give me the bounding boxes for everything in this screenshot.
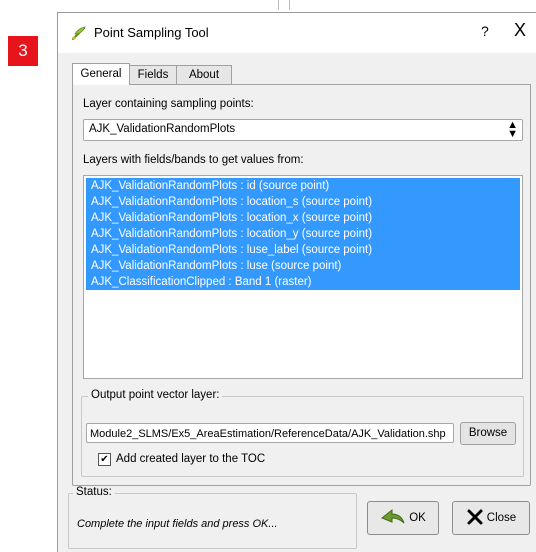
window-title: Point Sampling Tool bbox=[94, 25, 209, 40]
add-to-toc-checkbox[interactable]: ✔ bbox=[98, 453, 111, 466]
background-window-edge bbox=[278, 0, 290, 10]
ok-arrow-icon bbox=[380, 506, 406, 531]
list-item[interactable]: AJK_ValidationRandomPlots : location_y (… bbox=[86, 226, 520, 242]
help-button[interactable]: ? bbox=[481, 23, 489, 39]
list-item[interactable]: AJK_ClassificationClipped : Band 1 (rast… bbox=[86, 274, 520, 290]
list-item[interactable]: AJK_ValidationRandomPlots : luse (source… bbox=[86, 258, 520, 274]
ok-button[interactable]: OK bbox=[367, 501, 439, 535]
list-item[interactable]: AJK_ValidationRandomPlots : location_x (… bbox=[86, 210, 520, 226]
browse-button[interactable]: Browse bbox=[460, 422, 516, 445]
ok-label: OK bbox=[409, 512, 426, 524]
list-item[interactable]: AJK_ValidationRandomPlots : location_s (… bbox=[86, 194, 520, 210]
add-to-toc-label[interactable]: Add created layer to the TOC bbox=[116, 453, 265, 465]
point-sampling-dialog: Point Sampling Tool ? X General Fields A… bbox=[57, 12, 536, 552]
tab-general[interactable]: General bbox=[72, 63, 130, 85]
window-close-button[interactable]: X bbox=[514, 20, 526, 41]
status-label: Status: bbox=[73, 486, 115, 498]
app-icon bbox=[71, 25, 87, 41]
tab-fields[interactable]: Fields bbox=[129, 65, 177, 84]
list-item[interactable]: AJK_ValidationRandomPlots : luse_label (… bbox=[86, 242, 520, 258]
general-tab-panel: Layer containing sampling points: AJK_Va… bbox=[72, 84, 531, 486]
output-layer-label: Output point vector layer: bbox=[88, 389, 223, 401]
output-layer-group: Output point vector layer: Module2_SLMS/… bbox=[81, 389, 524, 477]
sampling-layer-label: Layer containing sampling points: bbox=[83, 98, 254, 110]
list-item[interactable]: AJK_ValidationRandomPlots : id (source p… bbox=[86, 178, 520, 194]
fields-listbox[interactable]: AJK_ValidationRandomPlots : id (source p… bbox=[83, 175, 523, 379]
output-path-input[interactable]: Module2_SLMS/Ex5_AreaEstimation/Referenc… bbox=[86, 423, 454, 443]
sampling-layer-value: AJK_ValidationRandomPlots bbox=[89, 123, 236, 135]
sampling-layer-select[interactable]: AJK_ValidationRandomPlots ▲ ▼ bbox=[83, 119, 523, 141]
close-button[interactable]: Close bbox=[452, 501, 530, 535]
close-label: Close bbox=[486, 512, 517, 524]
status-group: Status: Complete the input fields and pr… bbox=[68, 486, 357, 549]
updown-arrows-icon: ▲ ▼ bbox=[507, 119, 518, 140]
tab-about[interactable]: About bbox=[176, 65, 232, 84]
close-x-icon bbox=[466, 508, 484, 529]
status-message: Complete the input fields and press OK..… bbox=[77, 518, 278, 530]
title-bar: Point Sampling Tool ? X bbox=[58, 13, 536, 53]
step-number-badge: 3 bbox=[8, 36, 38, 66]
fields-list-label: Layers with fields/bands to get values f… bbox=[83, 154, 304, 166]
